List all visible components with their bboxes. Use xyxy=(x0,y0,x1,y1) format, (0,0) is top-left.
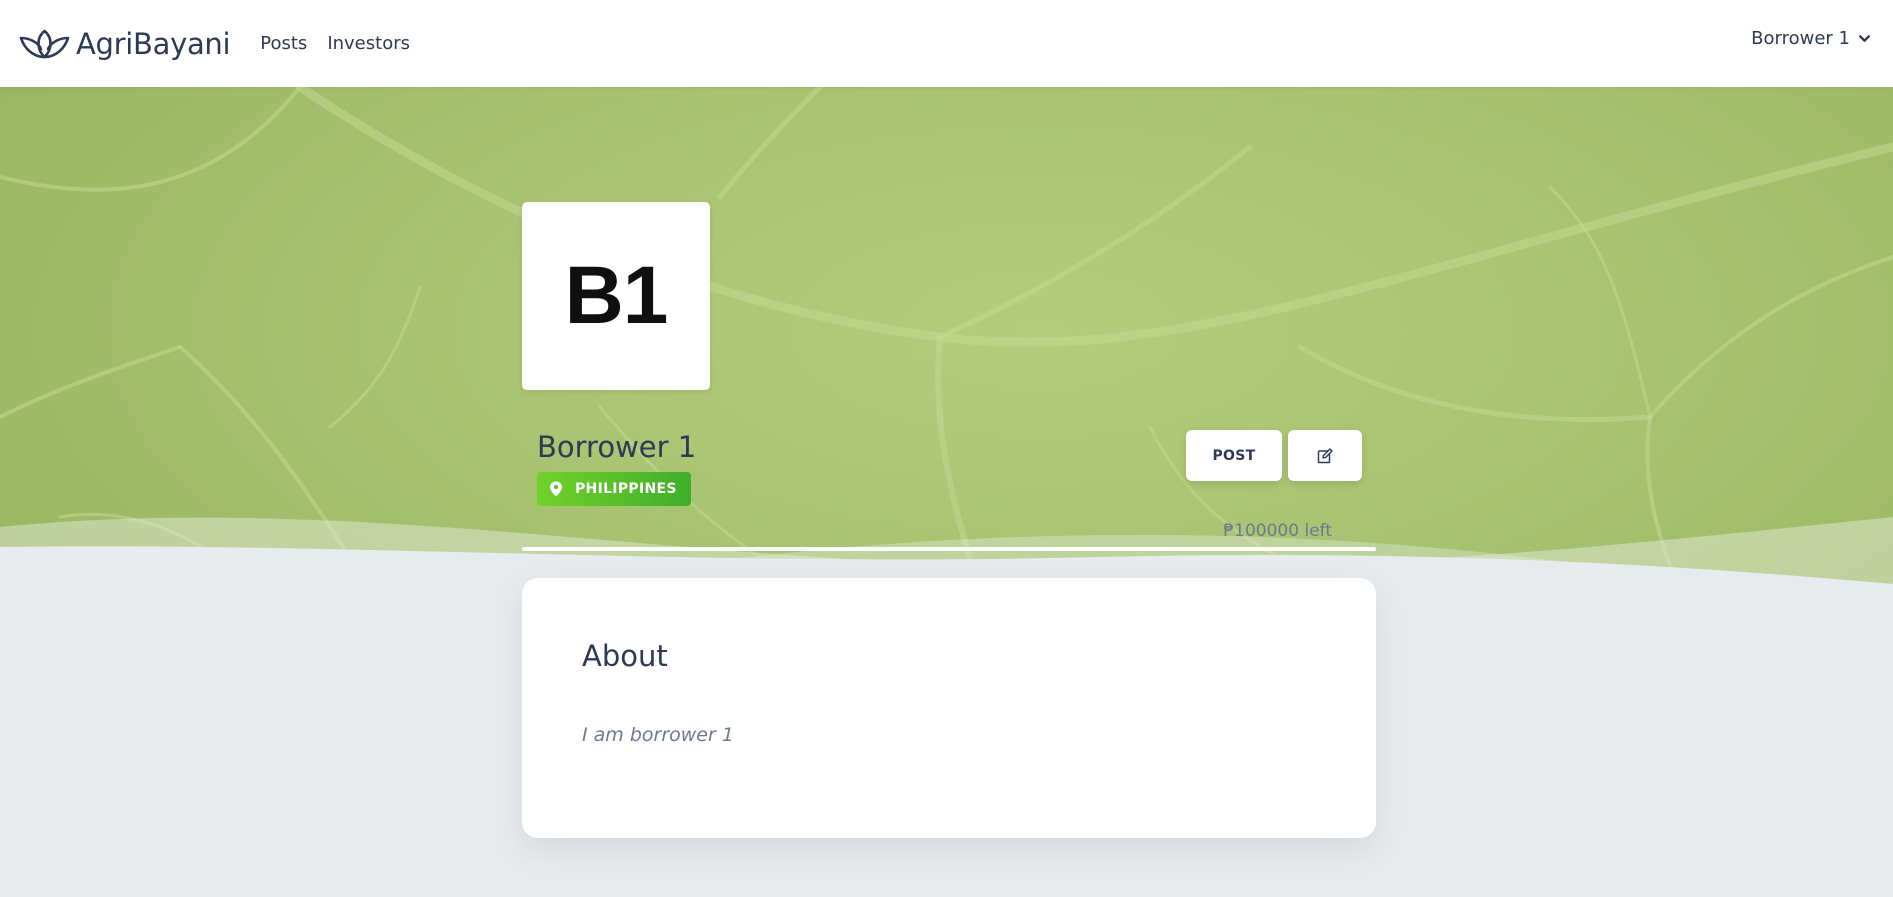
about-card: About I am borrower 1 xyxy=(522,578,1376,838)
edit-profile-button[interactable] xyxy=(1288,430,1362,481)
funds-left-text: ₱100000 left xyxy=(1223,521,1332,541)
avatar: B1 xyxy=(522,202,710,390)
nav-links: Posts Investors xyxy=(260,33,430,54)
nav-link-investors[interactable]: Investors xyxy=(327,33,410,54)
about-title: About xyxy=(582,639,668,673)
funds-progress-bar xyxy=(522,547,1376,551)
user-menu-dropdown[interactable]: Borrower 1 xyxy=(1751,28,1871,49)
avatar-initials: B1 xyxy=(564,250,669,341)
user-menu-label: Borrower 1 xyxy=(1751,28,1850,49)
map-pin-icon xyxy=(550,481,562,497)
about-text: I am borrower 1 xyxy=(582,724,734,746)
location-text: PHILIPPINES xyxy=(575,481,677,497)
edit-icon xyxy=(1317,447,1333,463)
leaf-logo-icon xyxy=(19,29,70,58)
post-button[interactable]: POST xyxy=(1186,430,1282,481)
nav-link-posts[interactable]: Posts xyxy=(260,33,307,54)
brand-name: AgriBayani xyxy=(76,26,231,61)
profile-name: Borrower 1 xyxy=(537,430,697,464)
brand-link[interactable]: AgriBayani xyxy=(19,26,231,61)
post-button-label: POST xyxy=(1212,447,1256,464)
chevron-down-icon xyxy=(1858,35,1871,42)
location-badge: PHILIPPINES xyxy=(537,472,691,506)
top-navbar: AgriBayani Posts Investors Borrower 1 xyxy=(0,0,1893,87)
